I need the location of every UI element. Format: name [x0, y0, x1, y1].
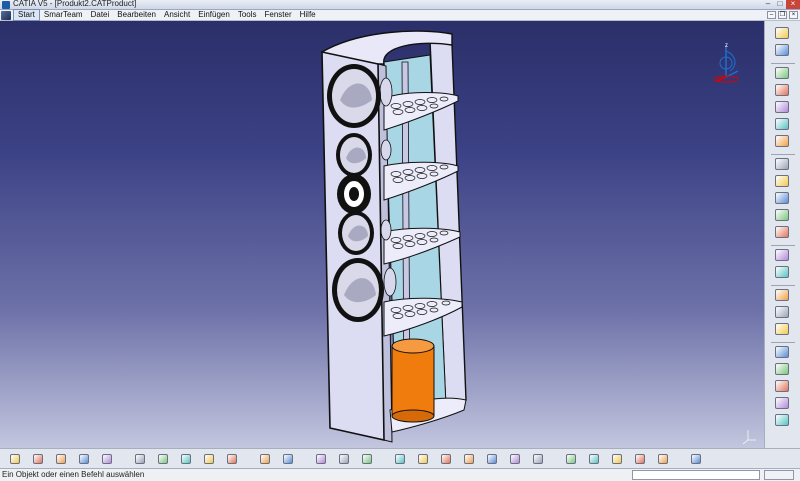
normal-view-icon[interactable]: [510, 454, 520, 464]
copy-icon[interactable]: [135, 454, 145, 464]
annotation-icon[interactable]: [775, 346, 789, 358]
material-icon[interactable]: [775, 249, 789, 261]
hide-show-icon[interactable]: [566, 454, 576, 464]
new-icon[interactable]: [10, 454, 20, 464]
menu-fenster[interactable]: Fenster: [261, 10, 296, 20]
table-icon[interactable]: [316, 454, 326, 464]
formula-icon[interactable]: [260, 454, 270, 464]
section-icon[interactable]: [775, 192, 789, 204]
status-bar: Ein Objekt oder einen Befehl auswählen: [0, 468, 800, 481]
rotate-icon[interactable]: [441, 454, 451, 464]
axis-glyph: [742, 430, 756, 445]
print-icon[interactable]: [79, 454, 89, 464]
menu-datei[interactable]: Datei: [87, 10, 114, 20]
toolbar-separator: [771, 154, 795, 155]
menu-hilfe[interactable]: Hilfe: [296, 10, 320, 20]
right-toolbar: [764, 21, 800, 448]
menu-einfuegen[interactable]: Einfügen: [194, 10, 234, 20]
minimize-button[interactable]: –: [762, 0, 774, 9]
catia-logo-icon[interactable]: [691, 454, 701, 464]
iso-view-icon[interactable]: [533, 454, 543, 464]
bom-icon[interactable]: [775, 266, 789, 278]
scenes-icon[interactable]: [775, 306, 789, 318]
svg-text:z: z: [725, 43, 728, 49]
axis-icon[interactable]: [775, 414, 789, 426]
component-icon[interactable]: [775, 67, 789, 79]
material-icon[interactable]: [658, 454, 668, 464]
cut-icon[interactable]: [102, 454, 112, 464]
lock-icon[interactable]: [339, 454, 349, 464]
enhanced-scene-icon[interactable]: [775, 323, 789, 335]
3d-viewport[interactable]: z: [0, 21, 764, 448]
undo-icon[interactable]: [181, 454, 191, 464]
move-icon[interactable]: [775, 101, 789, 113]
orange-cylinder: [391, 338, 435, 423]
toolbar-separator: [771, 245, 795, 246]
menu-bearbeiten[interactable]: Bearbeiten: [113, 10, 160, 20]
measure-icon[interactable]: [775, 209, 789, 221]
save-icon[interactable]: [56, 454, 66, 464]
snap-icon[interactable]: [775, 135, 789, 147]
speaker-cabinet-model[interactable]: [0, 21, 764, 448]
doc-close-button[interactable]: ×: [789, 11, 798, 19]
help-icon[interactable]: [227, 454, 237, 464]
status-message: Ein Objekt oder einen Befehl auswählen: [2, 470, 145, 479]
comment-icon[interactable]: [283, 454, 293, 464]
zoom-out-icon[interactable]: [487, 454, 497, 464]
menu-ansicht[interactable]: Ansicht: [160, 10, 194, 20]
menu-bar: Start SmarTeam Datei Bearbeiten Ansicht …: [0, 9, 800, 21]
menu-smarteam[interactable]: SmarTeam: [40, 10, 87, 20]
doc-restore-button[interactable]: ❐: [778, 11, 787, 19]
grid-icon[interactable]: [775, 380, 789, 392]
swap-icon[interactable]: [589, 454, 599, 464]
zoom-in-icon[interactable]: [464, 454, 474, 464]
toolbar-separator: [771, 342, 795, 343]
toolbar-separator: [771, 63, 795, 64]
render-icon[interactable]: [635, 454, 645, 464]
pan-icon[interactable]: [418, 454, 428, 464]
constraint-icon[interactable]: [775, 118, 789, 130]
catia-window: CATIA V5 - [Produkt2.CATProduct] – □ × S…: [0, 0, 800, 481]
fit-all-icon[interactable]: [395, 454, 405, 464]
part-icon[interactable]: [775, 84, 789, 96]
fly-icon[interactable]: [362, 454, 372, 464]
command-input[interactable]: [632, 470, 760, 480]
paste-icon[interactable]: [158, 454, 168, 464]
bottom-toolbar: [0, 448, 800, 468]
analyze-icon[interactable]: [775, 397, 789, 409]
window-title: CATIA V5 - [Produkt2.CATProduct]: [13, 0, 137, 8]
tree-icon[interactable]: [775, 44, 789, 56]
shading-icon[interactable]: [612, 454, 622, 464]
status-button[interactable]: [764, 470, 794, 480]
publish-icon[interactable]: [775, 289, 789, 301]
close-button[interactable]: ×: [786, 0, 800, 9]
product-icon[interactable]: [775, 27, 789, 39]
toolbar-separator: [771, 285, 795, 286]
doc-minimize-button[interactable]: –: [767, 11, 776, 19]
explode-icon[interactable]: [775, 158, 789, 170]
catalog-icon[interactable]: [775, 226, 789, 238]
open-icon[interactable]: [33, 454, 43, 464]
title-bar: CATIA V5 - [Produkt2.CATProduct] – □ ×: [0, 0, 800, 10]
menu-tools[interactable]: Tools: [234, 10, 261, 20]
menu-start[interactable]: Start: [13, 9, 40, 21]
redo-icon[interactable]: [204, 454, 214, 464]
maximize-button[interactable]: □: [774, 0, 786, 9]
clash-icon[interactable]: [775, 175, 789, 187]
view-icon[interactable]: [775, 363, 789, 375]
catia-app-icon: [2, 1, 10, 9]
document-icon[interactable]: [1, 10, 11, 20]
compass-icon[interactable]: z: [706, 41, 746, 85]
